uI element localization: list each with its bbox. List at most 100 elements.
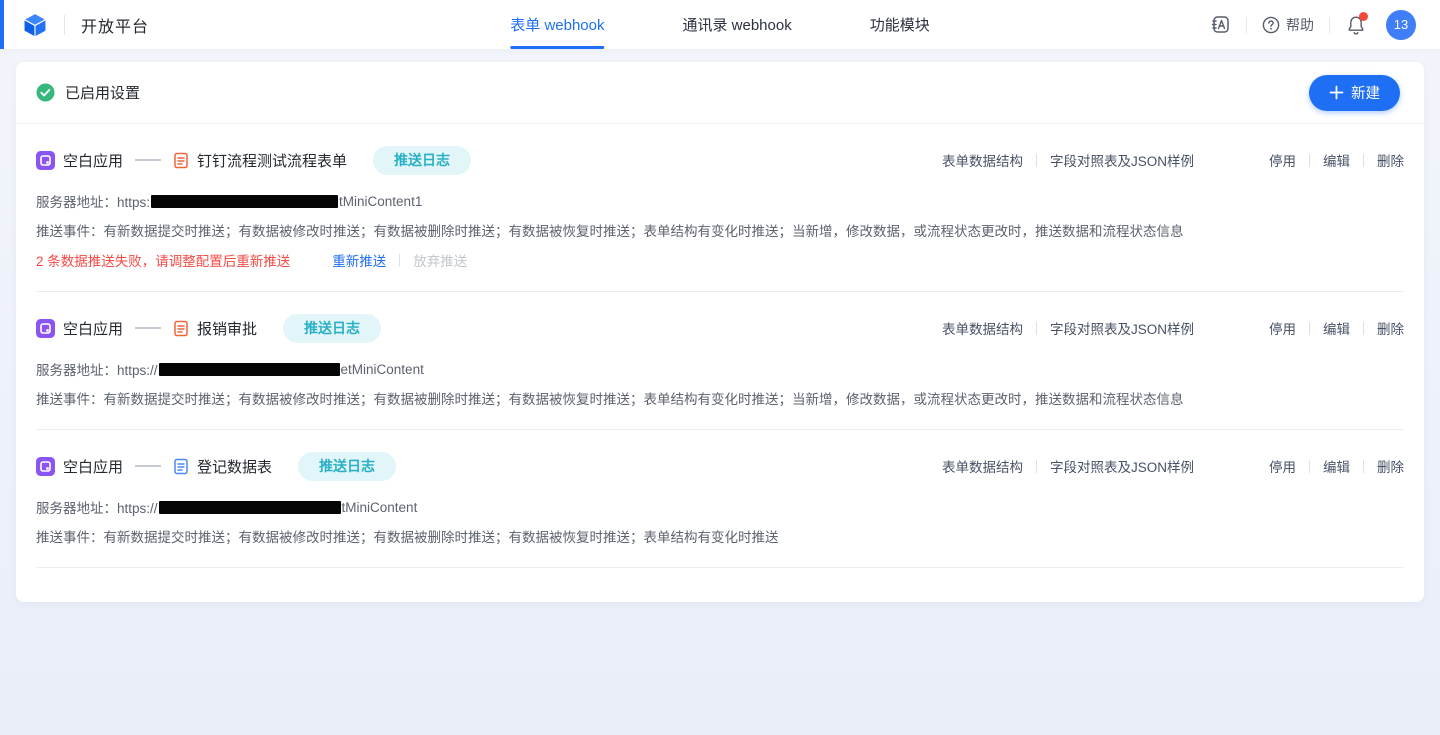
tab-bar: 表单 webhook 通讯录 webhook 功能模块 bbox=[510, 0, 929, 49]
divider bbox=[1363, 460, 1364, 473]
cube-logo-icon[interactable] bbox=[22, 12, 48, 38]
server-address-label: 服务器地址：https: bbox=[36, 191, 150, 211]
connector-line bbox=[135, 465, 161, 467]
entry-actions: 停用 编辑 删除 bbox=[1269, 456, 1404, 476]
redacted-url-bar bbox=[159, 363, 340, 376]
entry-links: 表单数据结构 字段对照表及JSON样例 停用 编辑 删除 bbox=[942, 150, 1404, 170]
disable-link[interactable]: 停用 bbox=[1269, 150, 1296, 170]
webhook-entry: 空白应用 钉钉流程测试流程表单 推送日志 表单数据结构 字段对照表及JSON样例… bbox=[36, 124, 1404, 292]
webhook-entry: 空白应用 报销审批 推送日志 表单数据结构 字段对照表及JSON样例 停用 bbox=[36, 292, 1404, 430]
form-data-structure-link[interactable]: 表单数据结构 bbox=[942, 150, 1023, 170]
divider bbox=[1309, 460, 1310, 473]
tab-function-modules[interactable]: 功能模块 bbox=[870, 0, 930, 49]
user-avatar[interactable]: 13 bbox=[1386, 10, 1416, 40]
entry-links: 表单数据结构 字段对照表及JSON样例 停用 编辑 删除 bbox=[942, 318, 1404, 338]
field-mapping-json-link[interactable]: 字段对照表及JSON样例 bbox=[1050, 318, 1194, 338]
server-address-label: 服务器地址：https:// bbox=[36, 359, 158, 379]
header-divider bbox=[1329, 17, 1330, 33]
app-name: 空白应用 bbox=[63, 150, 123, 171]
abandon-push-link[interactable]: 放弃推送 bbox=[413, 250, 467, 270]
form-name: 钉钉流程测试流程表单 bbox=[197, 150, 347, 171]
divider bbox=[1309, 322, 1310, 335]
help-label: 帮助 bbox=[1286, 15, 1314, 35]
disable-link[interactable]: 停用 bbox=[1269, 456, 1296, 476]
notification-bell-icon[interactable] bbox=[1345, 14, 1367, 36]
help-icon bbox=[1262, 16, 1280, 34]
header-divider bbox=[64, 15, 65, 35]
app-name: 空白应用 bbox=[63, 318, 123, 339]
webhook-entry-list: 空白应用 钉钉流程测试流程表单 推送日志 表单数据结构 字段对照表及JSON样例… bbox=[16, 124, 1424, 568]
webhook-settings-panel: 已启用设置 新建 空白应用 bbox=[16, 62, 1424, 602]
divider bbox=[1363, 154, 1364, 167]
top-header: 开放平台 表单 webhook 通讯录 webhook 功能模块 bbox=[0, 0, 1440, 50]
tab-contacts-webhook[interactable]: 通讯录 webhook bbox=[682, 0, 791, 49]
delete-link[interactable]: 删除 bbox=[1377, 150, 1404, 170]
edit-link[interactable]: 编辑 bbox=[1323, 150, 1350, 170]
tab-label: 功能模块 bbox=[870, 14, 930, 35]
server-address-suffix: etMiniContent bbox=[341, 362, 424, 377]
form-data-structure-link[interactable]: 表单数据结构 bbox=[942, 318, 1023, 338]
push-events-line: 推送事件：有新数据提交时推送；有数据被修改时推送；有数据被删除时推送；有数据被恢… bbox=[36, 526, 1404, 546]
new-webhook-button[interactable]: 新建 bbox=[1309, 75, 1400, 111]
section-title: 已启用设置 bbox=[65, 82, 140, 103]
error-text: 2 条数据推送失败，请调整配置后重新推送 bbox=[36, 250, 290, 270]
webhook-entry: 空白应用 登记数据表 推送日志 表单数据结构 字段对照表及JSON样例 停用 bbox=[36, 430, 1404, 568]
form-data-structure-link[interactable]: 表单数据结构 bbox=[942, 456, 1023, 476]
push-events-line: 推送事件：有新数据提交时推送；有数据被修改时推送；有数据被删除时推送；有数据被恢… bbox=[36, 388, 1404, 408]
field-mapping-json-link[interactable]: 字段对照表及JSON样例 bbox=[1050, 456, 1194, 476]
tab-label: 通讯录 webhook bbox=[682, 14, 791, 35]
server-address-line: 服务器地址：https:// etMiniContent bbox=[36, 359, 1404, 379]
redacted-url-bar bbox=[159, 501, 341, 514]
server-address-label: 服务器地址：https:// bbox=[36, 497, 158, 517]
form-name: 报销审批 bbox=[197, 318, 257, 339]
blank-app-icon bbox=[36, 319, 55, 338]
help-button[interactable]: 帮助 bbox=[1262, 15, 1314, 35]
header-right-group: 帮助 13 bbox=[1210, 10, 1416, 40]
entry-links: 表单数据结构 字段对照表及JSON样例 停用 编辑 删除 bbox=[942, 456, 1404, 476]
delete-link[interactable]: 删除 bbox=[1377, 318, 1404, 338]
divider bbox=[399, 254, 400, 267]
header-divider bbox=[1246, 17, 1247, 33]
sheet-doc-icon bbox=[173, 458, 189, 475]
translate-icon[interactable] bbox=[1210, 14, 1231, 35]
blank-app-icon bbox=[36, 457, 55, 476]
header-accent-strip bbox=[0, 0, 4, 49]
success-check-icon bbox=[36, 83, 55, 102]
connector-line bbox=[135, 327, 161, 329]
delete-link[interactable]: 删除 bbox=[1377, 456, 1404, 476]
plus-icon bbox=[1329, 85, 1344, 100]
field-mapping-json-link[interactable]: 字段对照表及JSON样例 bbox=[1050, 150, 1194, 170]
app-name: 空白应用 bbox=[63, 456, 123, 477]
tab-form-webhook[interactable]: 表单 webhook bbox=[510, 0, 604, 49]
push-log-button[interactable]: 推送日志 bbox=[373, 146, 471, 175]
active-tab-underline bbox=[510, 46, 604, 49]
tab-label: 表单 webhook bbox=[510, 14, 604, 35]
notification-dot bbox=[1359, 12, 1368, 21]
server-address-suffix: tMiniContent bbox=[342, 500, 418, 515]
divider bbox=[1036, 322, 1037, 335]
push-log-button[interactable]: 推送日志 bbox=[283, 314, 381, 343]
enabled-settings-title: 已启用设置 bbox=[36, 82, 140, 103]
push-log-button[interactable]: 推送日志 bbox=[298, 452, 396, 481]
entry-title: 空白应用 登记数据表 推送日志 bbox=[36, 452, 396, 481]
push-error-line: 2 条数据推送失败，请调整配置后重新推送 重新推送 放弃推送 bbox=[36, 250, 1404, 270]
divider bbox=[1309, 154, 1310, 167]
form-name: 登记数据表 bbox=[197, 456, 272, 477]
connector-line bbox=[135, 159, 161, 161]
entry-actions: 停用 编辑 删除 bbox=[1269, 150, 1404, 170]
entry-title: 空白应用 钉钉流程测试流程表单 推送日志 bbox=[36, 146, 471, 175]
redacted-url-bar bbox=[151, 195, 338, 208]
new-button-label: 新建 bbox=[1351, 82, 1380, 103]
panel-header: 已启用设置 新建 bbox=[16, 62, 1424, 124]
page-title: 开放平台 bbox=[81, 13, 149, 37]
form-doc-icon bbox=[173, 152, 189, 169]
divider bbox=[1036, 154, 1037, 167]
disable-link[interactable]: 停用 bbox=[1269, 318, 1296, 338]
edit-link[interactable]: 编辑 bbox=[1323, 456, 1350, 476]
entry-actions: 停用 编辑 删除 bbox=[1269, 318, 1404, 338]
entry-title: 空白应用 报销审批 推送日志 bbox=[36, 314, 381, 343]
edit-link[interactable]: 编辑 bbox=[1323, 318, 1350, 338]
blank-app-icon bbox=[36, 151, 55, 170]
push-events-line: 推送事件：有新数据提交时推送；有数据被修改时推送；有数据被删除时推送；有数据被恢… bbox=[36, 220, 1404, 240]
retry-push-link[interactable]: 重新推送 bbox=[332, 250, 386, 270]
